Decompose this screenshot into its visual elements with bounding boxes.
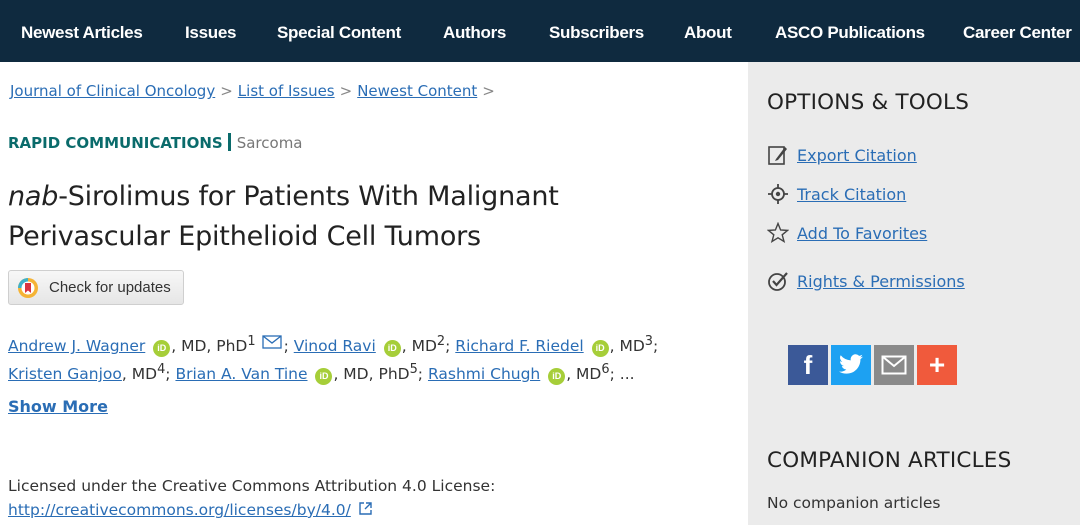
envelope-icon [881,355,907,375]
crossmark-icon [18,277,38,298]
top-nav: Newest Articles Issues Special Content A… [0,0,1080,62]
track-citation-tool[interactable]: Track Citation [767,183,906,205]
export-citation-link[interactable]: Export Citation [797,146,917,165]
article-subject[interactable]: Sarcoma [237,134,303,152]
breadcrumb-separator: > [220,82,233,100]
article-main: Journal of Clinical Oncology > List of Iss… [0,62,748,525]
article-type: RAPID COMMUNICATIONS [8,134,223,152]
add-to-favorites-link[interactable]: Add To Favorites [797,224,927,243]
options-tools-heading: OPTIONS & TOOLS [767,90,970,115]
breadcrumb-separator: > [339,82,353,100]
rights-permissions-link[interactable]: Rights & Permissions [797,272,965,291]
star-icon [767,222,789,244]
more-share-button[interactable]: + [917,345,957,385]
nav-issues[interactable]: Issues [185,23,236,43]
orcid-icon[interactable]: iD [383,340,401,358]
companion-articles-heading: COMPANION ARTICLES [767,448,1012,473]
nav-authors[interactable]: Authors [443,23,506,43]
author-list: Andrew J. Wagner iD, MD, PhD1; Vinod Rav… [8,330,738,386]
section-divider [227,133,231,151]
license-block: Licensed under the Creative Commons Attr… [8,474,495,522]
author-affiliation: 6 [601,362,610,378]
check-for-updates-button[interactable]: Check for updates [8,270,184,305]
breadcrumb-separator: > [482,82,495,100]
author-separator: ; [417,365,424,384]
author-degree: , MD, PhD [171,337,248,356]
author-separator: ; [652,337,659,356]
track-citation-icon [768,184,788,204]
author-affiliation: 2 [436,334,446,349]
author-link[interactable]: Andrew J. Wagner [8,337,145,355]
track-citation-link[interactable]: Track Citation [797,185,906,204]
external-link-icon [359,502,372,515]
title-italic: nab [8,181,59,212]
email-share-button[interactable] [874,345,914,385]
nav-career-center[interactable]: Career Center [963,23,1072,43]
breadcrumb: Journal of Clinical Oncology > List of Iss… [10,82,500,100]
twitter-icon [839,354,863,374]
add-to-favorites-tool[interactable]: Add To Favorites [767,222,927,244]
author-link[interactable]: Richard F. Riedel [455,337,583,355]
author-separator: ; [609,365,615,384]
author-degree: , MD, PhD [333,365,410,384]
author-affiliation: 1 [247,334,256,349]
license-text: Licensed under the Creative Commons Attr… [8,477,496,495]
title-rest: -Sirolimus for Patients With Malignant P… [8,181,559,252]
article-title: nab-Sirolimus for Patients With Malignan… [8,177,708,257]
author-degree: , MD [566,365,602,384]
orcid-icon[interactable]: iD [315,368,333,386]
breadcrumb-newest[interactable]: Newest Content [357,82,477,100]
nav-subscribers[interactable]: Subscribers [549,23,644,43]
author-separator: ; [165,365,171,384]
no-companion-articles-text: No companion articles [767,494,941,512]
sidebar: OPTIONS & TOOLS Export Citation Track Ci… [748,62,1080,525]
author-degree: , MD [609,337,645,356]
author-ellipsis: ... [619,365,635,384]
check-for-updates-label: Check for updates [49,279,171,296]
author-affiliation: 5 [409,362,418,378]
author-link[interactable]: Rashmi Chugh [428,365,540,383]
orcid-icon[interactable]: iD [591,340,609,358]
author-degree: , MD [121,365,158,384]
nav-newest-articles[interactable]: Newest Articles [21,23,143,43]
twitter-share-button[interactable] [831,345,871,385]
author-separator: ; [445,337,451,356]
author-separator: ; [283,337,289,356]
breadcrumb-journal[interactable]: Journal of Clinical Oncology [10,82,215,100]
export-citation-tool[interactable]: Export Citation [767,144,917,166]
email-icon[interactable] [261,335,282,349]
facebook-icon: f [803,349,813,380]
orcid-icon[interactable]: iD [548,368,566,386]
nav-about[interactable]: About [684,23,732,43]
breadcrumb-issues[interactable]: List of Issues [238,82,335,100]
show-more-authors-button[interactable]: Show More [8,397,108,416]
author-link[interactable]: Kristen Ganjoo [8,365,122,383]
facebook-share-button[interactable]: f [788,345,828,385]
license-link[interactable]: http://creativecommons.org/licenses/by/4… [8,501,351,519]
export-citation-icon [768,146,787,165]
orcid-icon[interactable]: iD [153,340,171,358]
author-link[interactable]: Vinod Ravi [294,337,376,355]
plus-icon: + [928,349,946,380]
article-section: RAPID COMMUNICATIONS Sarcoma [8,133,303,152]
nav-asco-publications[interactable]: ASCO Publications [775,23,925,43]
rights-permissions-tool[interactable]: Rights & Permissions [767,270,965,292]
author-degree: , MD [401,337,437,356]
author-affiliation: 3 [644,334,653,349]
nav-special-content[interactable]: Special Content [277,23,401,43]
author-link[interactable]: Brian A. Van Tine [175,365,307,383]
rights-icon [768,272,788,291]
